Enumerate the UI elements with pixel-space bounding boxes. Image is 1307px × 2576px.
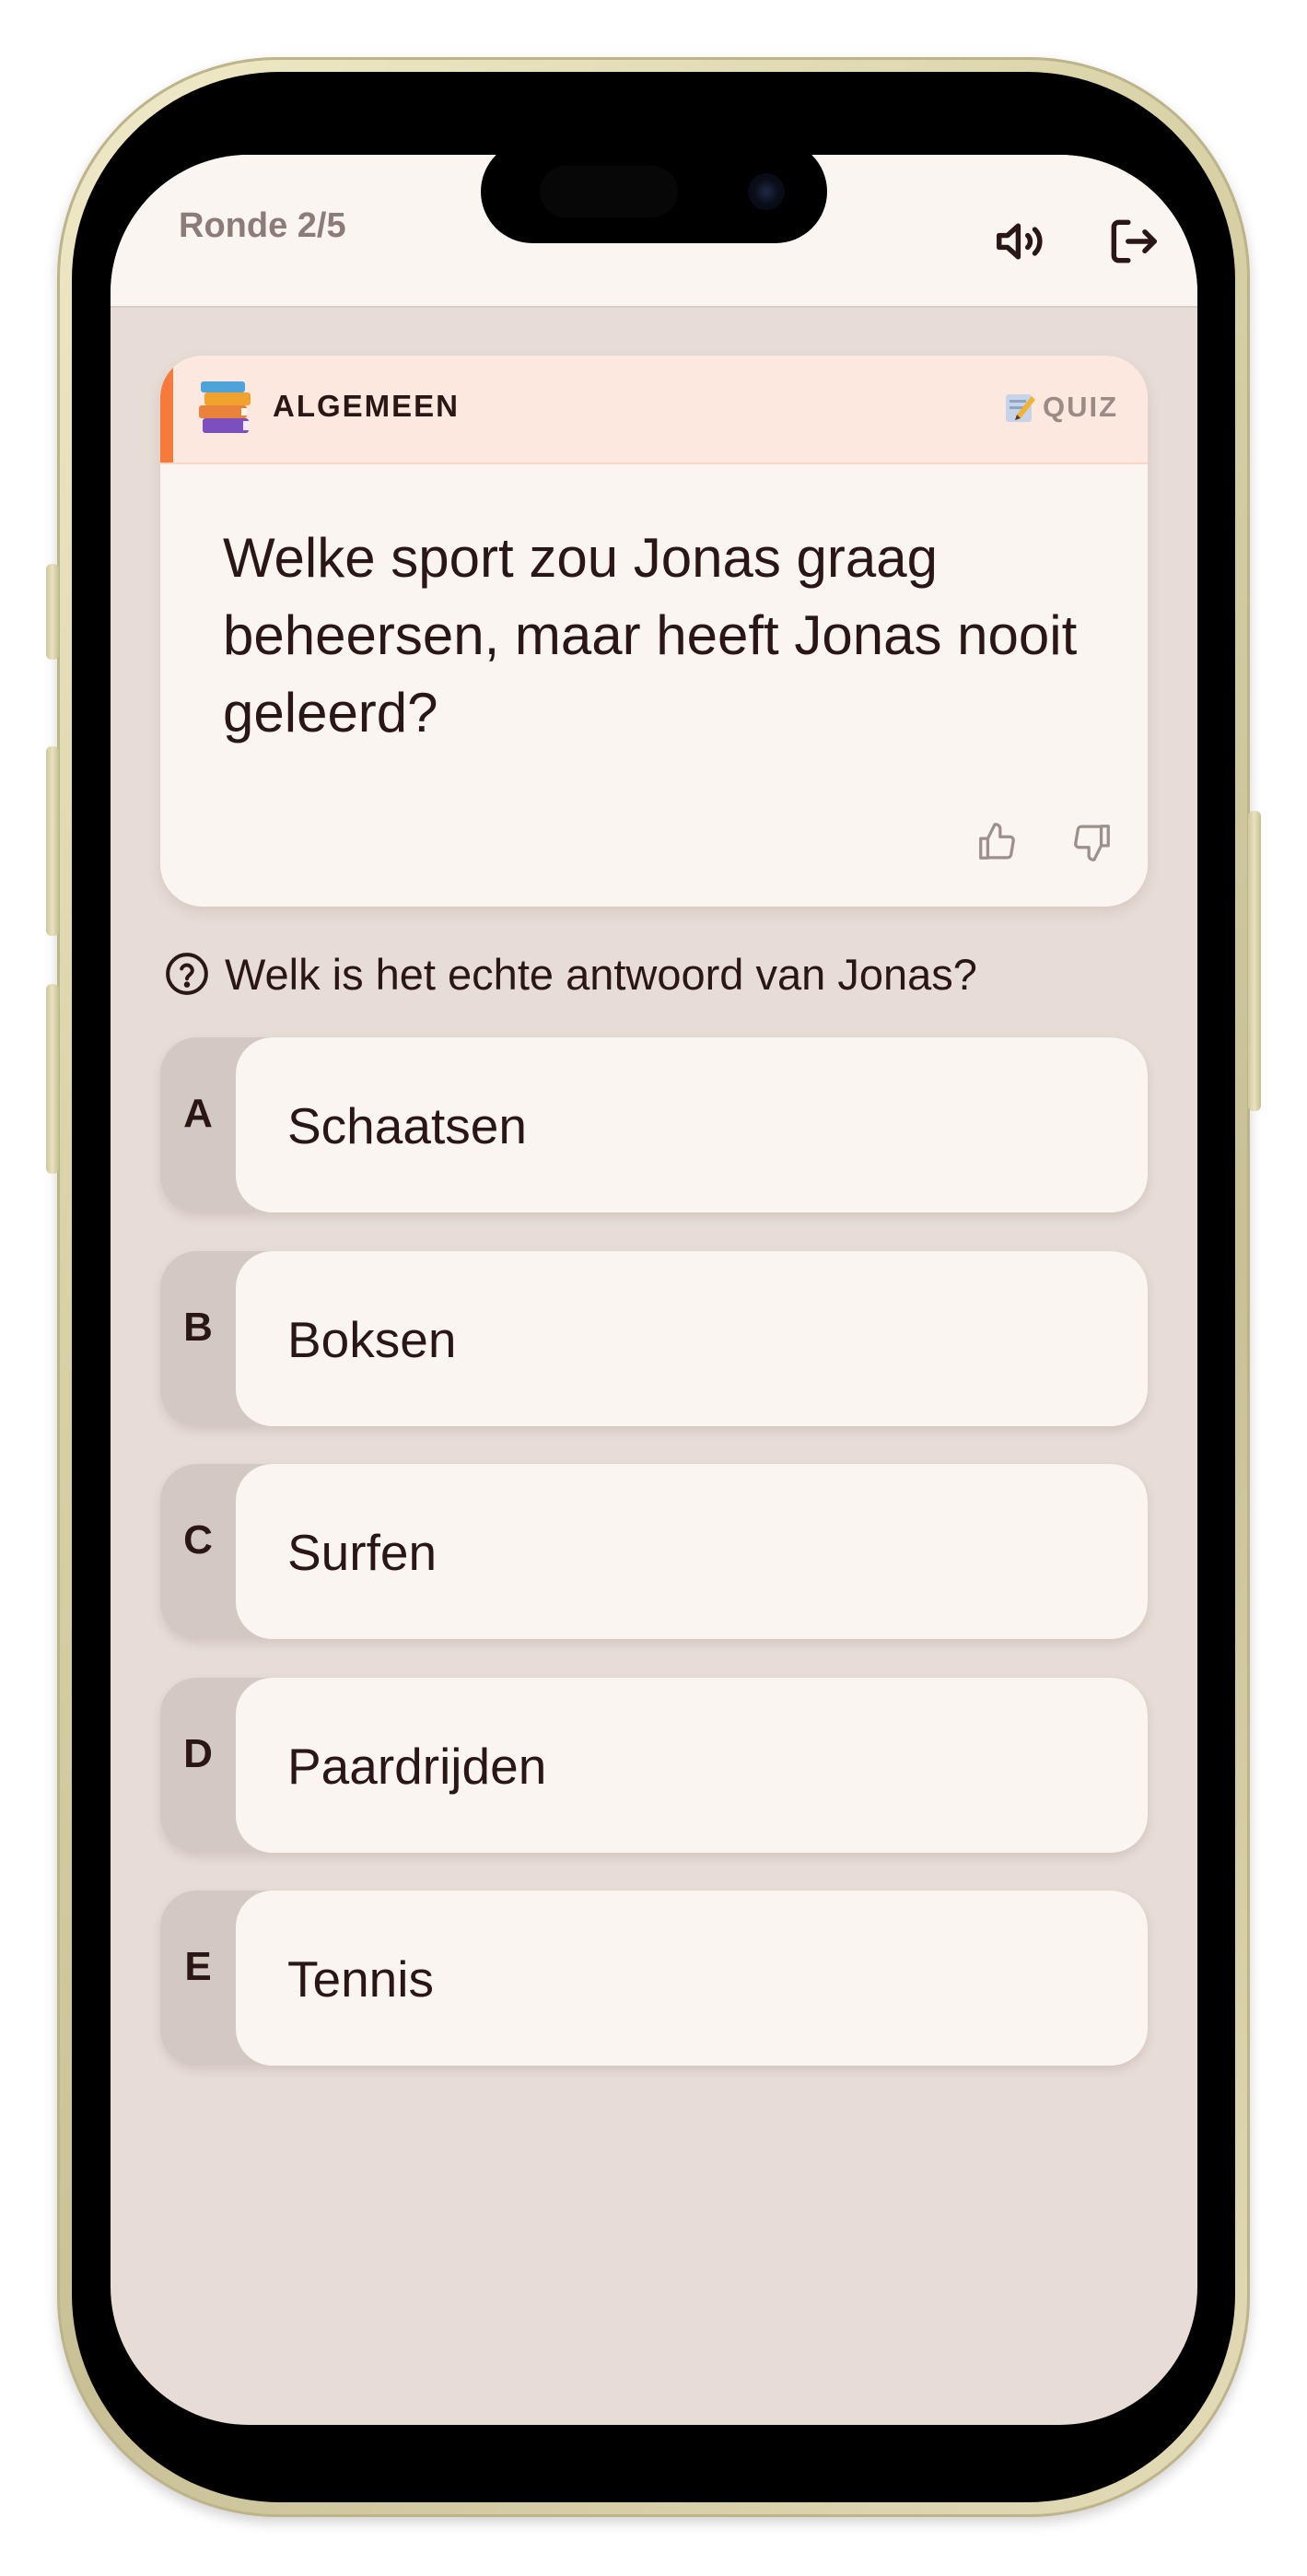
sound-button[interactable] bbox=[987, 208, 1054, 275]
answer-letter: E bbox=[184, 1944, 212, 1989]
face-id-sensor bbox=[540, 166, 678, 217]
answer-text: Surfen bbox=[287, 1524, 438, 1581]
answer-letter: D bbox=[183, 1731, 213, 1776]
books-icon bbox=[199, 381, 251, 433]
memo-icon bbox=[1006, 394, 1035, 422]
category-accent-bar bbox=[160, 356, 173, 463]
answer-letter: A bbox=[183, 1091, 213, 1136]
question-circle-icon bbox=[166, 953, 208, 995]
thumbs-down-icon bbox=[1074, 825, 1110, 861]
volume-up-button bbox=[46, 746, 59, 936]
power-button bbox=[1248, 811, 1261, 1111]
answer-option-c[interactable]: C Surfen bbox=[160, 1464, 1148, 1639]
exit-button[interactable] bbox=[1100, 208, 1166, 275]
answer-letter: B bbox=[183, 1305, 213, 1350]
answer-text: Paardrijden bbox=[287, 1738, 547, 1795]
mode-label: QUIZ bbox=[1043, 391, 1119, 423]
answer-prompt: Welk is het echte antwoord van Jonas? bbox=[225, 950, 977, 999]
question-text: Welke sport zou Jonas graag beheersen, m… bbox=[223, 527, 1078, 744]
dislike-button[interactable] bbox=[1063, 813, 1122, 872]
answer-text: Tennis bbox=[287, 1950, 434, 2008]
answer-letter: C bbox=[183, 1517, 213, 1563]
app-screen: Ronde 2/5 ALGEMEEN QUIZ Welke sport zou … bbox=[111, 155, 1197, 2425]
like-button[interactable] bbox=[967, 813, 1026, 872]
answer-text: Boksen bbox=[287, 1311, 457, 1368]
answer-option-e[interactable]: E Tennis bbox=[160, 1891, 1148, 2066]
category-label: ALGEMEEN bbox=[273, 389, 461, 423]
question-card: ALGEMEEN QUIZ Welke sport zou Jonas graa… bbox=[160, 356, 1148, 907]
exit-icon bbox=[1111, 219, 1157, 263]
action-button bbox=[46, 564, 59, 660]
front-camera bbox=[748, 173, 785, 210]
round-indicator: Ronde 2/5 bbox=[179, 206, 346, 245]
thumbs-up-icon bbox=[979, 823, 1015, 860]
answer-option-d[interactable]: D Paardrijden bbox=[160, 1678, 1148, 1853]
answer-option-a[interactable]: A Schaatsen bbox=[160, 1037, 1148, 1212]
answer-text: Schaatsen bbox=[287, 1097, 527, 1154]
answer-option-b[interactable]: B Boksen bbox=[160, 1251, 1148, 1426]
speaker-icon bbox=[997, 223, 1043, 260]
volume-down-button bbox=[46, 984, 59, 1174]
